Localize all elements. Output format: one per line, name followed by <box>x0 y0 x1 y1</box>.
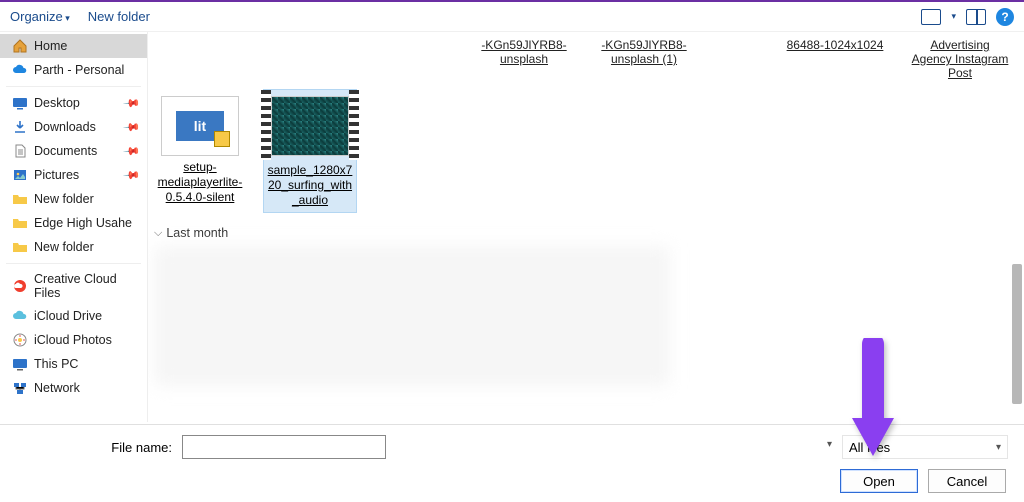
installer-icon <box>161 96 239 156</box>
file-item[interactable]: Advertising Agency Instagram Post <box>910 38 1010 80</box>
sidebar-label: Documents <box>34 144 97 158</box>
sidebar-item-network[interactable]: Network <box>0 376 147 400</box>
sidebar-item-iclouddrive[interactable]: iCloud Drive <box>0 304 147 328</box>
preview-pane-button[interactable] <box>966 9 986 25</box>
view-mode-dropdown[interactable]: ▾ <box>951 11 956 22</box>
file-item-setup[interactable]: setup-mediaplayerlite-0.5.4.0-silent <box>154 90 246 212</box>
sidebar-item-thispc[interactable]: This PC <box>0 352 147 376</box>
chevron-down-icon[interactable]: ▾ <box>827 439 832 450</box>
sidebar-item-downloads[interactable]: Downloads 📌 <box>0 115 147 139</box>
sidebar-item-desktop[interactable]: Desktop 📌 <box>0 91 147 115</box>
network-icon <box>12 380 28 396</box>
pin-icon: 📌 <box>123 166 142 185</box>
pc-icon <box>12 356 28 372</box>
blurred-content <box>154 246 670 386</box>
sidebar-label: Desktop <box>34 96 80 110</box>
scrollbar-thumb[interactable] <box>1012 264 1022 404</box>
pin-icon: 📌 <box>123 118 142 137</box>
sidebar-label: Network <box>34 381 80 395</box>
sidebar-item-onedrive[interactable]: Parth - Personal <box>0 58 147 82</box>
sidebar-item-edgehigh[interactable]: Edge High Usahe <box>0 211 147 235</box>
sidebar-label: New folder <box>34 192 94 206</box>
creative-cloud-icon <box>12 278 28 294</box>
cloud-icon <box>12 62 28 78</box>
navigation-sidebar: Home Parth - Personal Desktop 📌 Download… <box>0 32 148 422</box>
sidebar-label: Home <box>34 39 67 53</box>
file-pane[interactable]: -KGn59JlYRB8-unsplash -KGn59JlYRB8-unspl… <box>148 32 1024 422</box>
new-folder-button[interactable]: New folder <box>88 9 150 24</box>
chevron-down-icon: ▾ <box>996 442 1001 453</box>
sidebar-label: Pictures <box>34 168 79 182</box>
sidebar-item-newfolder[interactable]: New folder <box>0 187 147 211</box>
cancel-button[interactable]: Cancel <box>928 469 1006 493</box>
folder-icon <box>12 215 28 231</box>
documents-icon <box>12 143 28 159</box>
folder-icon <box>12 239 28 255</box>
group-header-last-month[interactable]: Last month <box>154 226 1014 240</box>
view-mode-button[interactable] <box>921 9 941 25</box>
open-button[interactable]: Open <box>840 469 918 493</box>
sidebar-label: Parth - Personal <box>34 63 124 77</box>
filename-label: File name: <box>16 440 176 455</box>
file-item-sample-video[interactable]: sample_1280x720_surfing_with_audio <box>264 90 356 212</box>
pin-icon: 📌 <box>123 94 142 113</box>
sidebar-item-newfolder2[interactable]: New folder <box>0 235 147 259</box>
sidebar-item-pictures[interactable]: Pictures 📌 <box>0 163 147 187</box>
scrollbar[interactable] <box>1010 34 1022 424</box>
folder-icon <box>12 191 28 207</box>
sidebar-label: New folder <box>34 240 94 254</box>
sidebar-item-icloudphotos[interactable]: iCloud Photos <box>0 328 147 352</box>
sidebar-item-ccfiles[interactable]: Creative Cloud Files <box>0 268 147 304</box>
sidebar-label: Edge High Usahe <box>34 216 132 230</box>
organize-menu[interactable]: Organize <box>10 9 70 24</box>
video-thumbnail-icon <box>271 96 349 156</box>
icloud-photos-icon <box>12 332 28 348</box>
desktop-icon <box>12 95 28 111</box>
icloud-icon <box>12 308 28 324</box>
help-icon[interactable]: ? <box>996 8 1014 26</box>
pictures-icon <box>12 167 28 183</box>
sidebar-label: This PC <box>34 357 78 371</box>
file-type-filter[interactable]: All files ▾ <box>842 435 1008 459</box>
sidebar-label: Downloads <box>34 120 96 134</box>
pin-icon: 📌 <box>123 142 142 161</box>
sidebar-label: iCloud Photos <box>34 333 112 347</box>
sidebar-label: Creative Cloud Files <box>34 272 139 300</box>
sidebar-item-home[interactable]: Home <box>0 34 147 58</box>
file-label: setup-mediaplayerlite-0.5.4.0-silent <box>154 160 246 209</box>
sidebar-label: iCloud Drive <box>34 309 102 323</box>
file-item[interactable]: -KGn59JlYRB8-unsplash <box>474 38 574 80</box>
file-item[interactable]: 86488-1024x1024 <box>780 38 890 80</box>
downloads-icon <box>12 119 28 135</box>
file-item[interactable]: -KGn59JlYRB8-unsplash (1) <box>594 38 694 80</box>
filename-input[interactable] <box>182 435 386 459</box>
file-label: sample_1280x720_surfing_with_audio <box>264 163 356 212</box>
sidebar-item-documents[interactable]: Documents 📌 <box>0 139 147 163</box>
home-icon <box>12 38 28 54</box>
